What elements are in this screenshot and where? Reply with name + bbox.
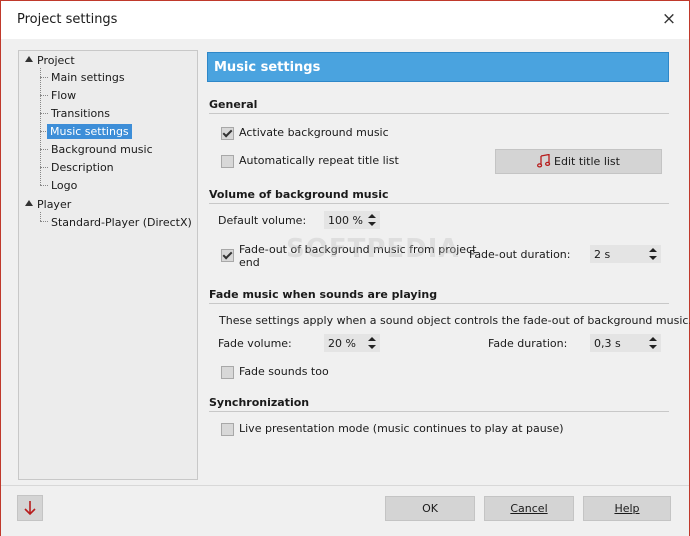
repeat-title-list-row[interactable]: Automatically repeat title list bbox=[221, 154, 399, 168]
tree-item-music-settings[interactable]: Music settings bbox=[47, 124, 132, 139]
live-presentation-checkbox[interactable] bbox=[221, 423, 234, 436]
tree-item-flow[interactable]: Flow bbox=[49, 88, 78, 103]
live-presentation-label: Live presentation mode (music continues … bbox=[239, 422, 564, 435]
tree-connector bbox=[40, 185, 48, 186]
default-volume-value: 100 % bbox=[328, 214, 363, 227]
activate-background-music-row[interactable]: Activate background music bbox=[221, 126, 389, 140]
divider bbox=[209, 113, 669, 114]
tree-connector bbox=[40, 212, 41, 221]
cancel-button[interactable]: Cancel bbox=[484, 496, 574, 521]
watermark: SOFTPEDIA bbox=[286, 234, 460, 264]
live-presentation-row[interactable]: Live presentation mode (music continues … bbox=[221, 422, 564, 436]
fade-duration-stepper[interactable]: 0,3 s bbox=[590, 334, 661, 352]
divider bbox=[209, 411, 669, 412]
fade-duration-value: 0,3 s bbox=[594, 337, 621, 350]
default-volume-label: Default volume: bbox=[218, 214, 307, 227]
ok-button[interactable]: OK bbox=[385, 496, 475, 521]
section-sync-title: Synchronization bbox=[209, 396, 310, 409]
divider bbox=[209, 303, 669, 304]
tree-node-project[interactable]: Project bbox=[35, 53, 77, 68]
page-title: Music settings bbox=[207, 52, 669, 82]
expander-player-icon[interactable] bbox=[25, 200, 33, 206]
tree-node-player[interactable]: Player bbox=[35, 197, 73, 212]
project-settings-window: Project settings × Project Main settings… bbox=[0, 0, 690, 536]
tree-item-background-music[interactable]: Background music bbox=[49, 142, 155, 157]
tree-item-transitions[interactable]: Transitions bbox=[49, 106, 112, 121]
fade-volume-stepper[interactable]: 20 % bbox=[324, 334, 380, 352]
fadeout-duration-label: Fade-out duration: bbox=[469, 248, 571, 261]
dialog-footer: OK Cancel Help bbox=[1, 485, 689, 536]
stepper-arrows-icon[interactable] bbox=[368, 214, 376, 228]
repeat-title-list-checkbox[interactable] bbox=[221, 155, 234, 168]
fade-volume-label: Fade volume: bbox=[218, 337, 292, 350]
tree-connector bbox=[40, 95, 48, 96]
section-general-title: General bbox=[209, 98, 258, 111]
fadeout-label-line2: end bbox=[239, 256, 260, 269]
repeat-title-list-label: Automatically repeat title list bbox=[239, 154, 399, 167]
fade-duration-label: Fade duration: bbox=[488, 337, 568, 350]
divider bbox=[209, 203, 669, 204]
tree-item-standard-player[interactable]: Standard-Player (DirectX) bbox=[49, 215, 194, 230]
expander-project-icon[interactable] bbox=[25, 56, 33, 62]
settings-tree: Project Main settings Flow Transitions M… bbox=[18, 50, 198, 480]
section-volume-title: Volume of background music bbox=[209, 188, 389, 201]
tree-item-main-settings[interactable]: Main settings bbox=[49, 70, 127, 85]
fade-volume-value: 20 % bbox=[328, 337, 356, 350]
music-note-icon bbox=[537, 153, 551, 168]
tree-connector bbox=[40, 149, 48, 150]
fadeout-checkbox[interactable] bbox=[221, 249, 234, 262]
tree-connector bbox=[40, 113, 48, 114]
tree-item-description[interactable]: Description bbox=[49, 160, 116, 175]
fadeout-duration-value: 2 s bbox=[594, 248, 611, 261]
move-down-button[interactable] bbox=[17, 495, 43, 521]
tree-connector bbox=[40, 77, 48, 78]
down-arrow-icon bbox=[24, 501, 36, 516]
edit-title-list-button[interactable]: Edit title list bbox=[495, 149, 662, 174]
title-bar: Project settings × bbox=[1, 1, 689, 39]
fade-sounds-too-label: Fade sounds too bbox=[239, 365, 329, 378]
music-settings-pane: Music settings General Activate backgrou… bbox=[199, 50, 690, 478]
tree-connector bbox=[40, 167, 48, 168]
close-button[interactable]: × bbox=[659, 9, 679, 29]
help-button[interactable]: Help bbox=[583, 496, 671, 521]
fadeout-duration-stepper[interactable]: 2 s bbox=[590, 245, 661, 263]
fade-sounds-description: These settings apply when a sound object… bbox=[219, 314, 690, 327]
default-volume-stepper[interactable]: 100 % bbox=[324, 211, 380, 229]
stepper-arrows-icon[interactable] bbox=[368, 337, 376, 351]
tree-item-logo[interactable]: Logo bbox=[49, 178, 79, 193]
tree-connector bbox=[40, 221, 48, 222]
stepper-arrows-icon[interactable] bbox=[649, 337, 657, 351]
activate-background-music-checkbox[interactable] bbox=[221, 127, 234, 140]
section-fade-sounds-title: Fade music when sounds are playing bbox=[209, 288, 438, 301]
stepper-arrows-icon[interactable] bbox=[649, 248, 657, 262]
fade-sounds-too-row[interactable]: Fade sounds too bbox=[221, 365, 329, 379]
edit-title-list-label: Edit title list bbox=[554, 155, 620, 168]
window-title: Project settings bbox=[17, 12, 118, 27]
activate-background-music-label: Activate background music bbox=[239, 126, 389, 139]
fade-sounds-too-checkbox[interactable] bbox=[221, 366, 234, 379]
